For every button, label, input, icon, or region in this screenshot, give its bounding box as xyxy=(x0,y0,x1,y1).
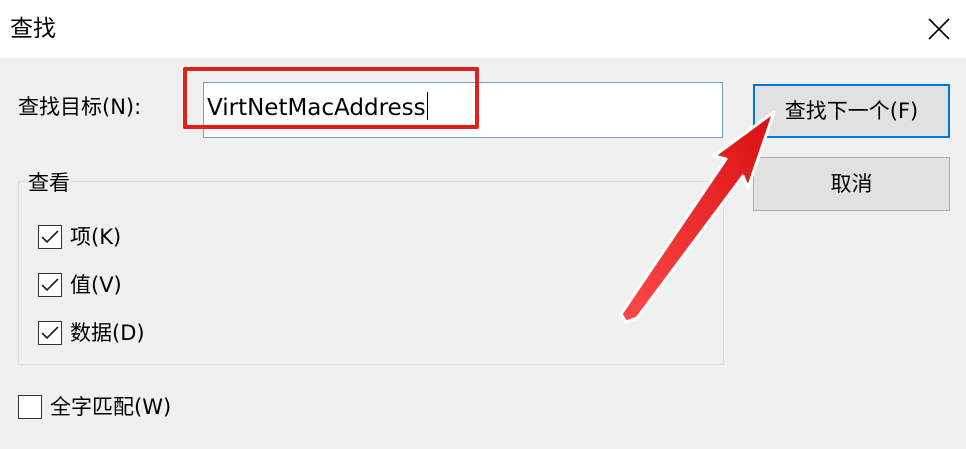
values-label: 值(V) xyxy=(70,273,122,297)
keys-label: 项(K) xyxy=(70,225,122,249)
data-label: 数据(D) xyxy=(70,321,145,345)
close-button[interactable] xyxy=(908,0,966,58)
cancel-button[interactable]: 取消 xyxy=(753,157,950,211)
close-icon xyxy=(928,18,950,40)
checkmark-icon xyxy=(41,230,59,244)
data-checkbox[interactable] xyxy=(38,321,62,345)
keys-checkbox[interactable] xyxy=(38,225,62,249)
find-what-label: 查找目标(N): xyxy=(18,95,142,119)
annotation-highlight-box xyxy=(183,67,479,129)
checkmark-icon xyxy=(41,326,59,340)
match-whole-string-checkbox[interactable] xyxy=(18,395,42,419)
find-next-button[interactable]: 查找下一个(F) xyxy=(753,84,950,138)
checkmark-icon xyxy=(41,278,59,292)
title-bar: 查找 xyxy=(0,0,966,58)
look-at-legend: 查看 xyxy=(26,169,72,197)
window-title: 查找 xyxy=(10,16,56,42)
values-checkbox[interactable] xyxy=(38,273,62,297)
match-whole-string-label: 全字匹配(W) xyxy=(50,395,172,419)
